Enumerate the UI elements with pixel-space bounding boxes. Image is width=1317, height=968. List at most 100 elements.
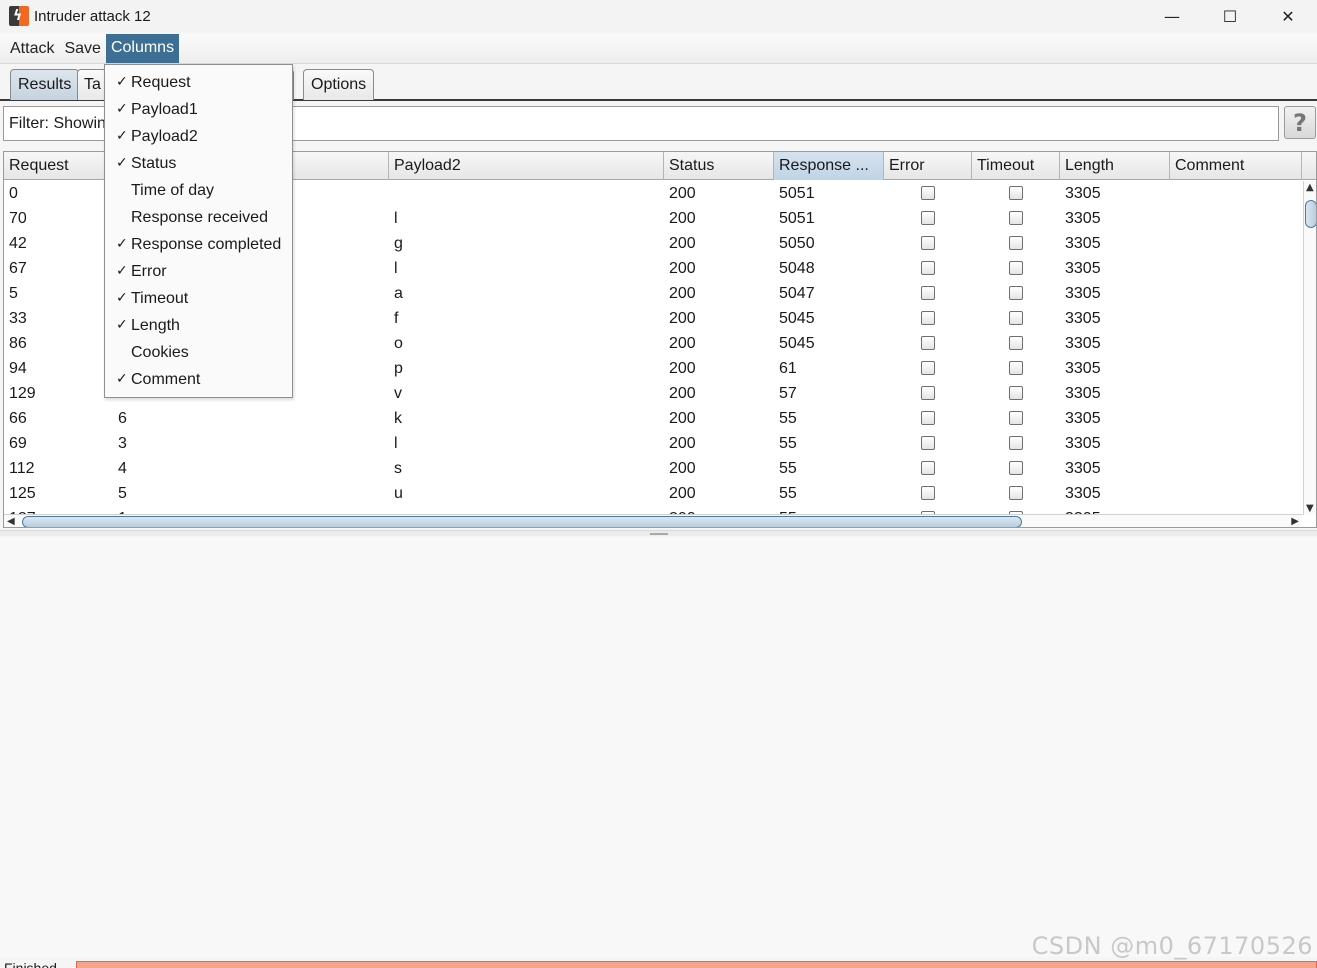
cell-payload2: f	[394, 310, 399, 327]
error-checkbox[interactable]	[921, 361, 935, 375]
cell-response: 5051	[779, 210, 815, 227]
header-col-payload2[interactable]: Payload2	[389, 152, 664, 180]
error-checkbox[interactable]	[921, 386, 935, 400]
cell-comment[interactable]	[1170, 356, 1175, 381]
horizontal-scrollbar[interactable]: ◀ ▶	[4, 514, 1302, 527]
close-button[interactable]: ✕	[1259, 0, 1317, 32]
header-col-response[interactable]: Response ...	[774, 152, 884, 180]
menu-item-label: Cookies	[131, 344, 189, 361]
timeout-checkbox[interactable]	[1009, 186, 1023, 200]
timeout-checkbox[interactable]	[1009, 211, 1023, 225]
pane-splitter[interactable]	[0, 530, 1317, 536]
error-checkbox[interactable]	[921, 461, 935, 475]
menu-bar: Attack Save Columns	[0, 34, 1317, 64]
cell-comment[interactable]	[1170, 306, 1175, 331]
cell-length: 3305	[1065, 460, 1101, 477]
header-col-length[interactable]: Length	[1060, 152, 1170, 180]
checkmark-icon: ✓	[116, 128, 128, 144]
cell-response: 5045	[779, 335, 815, 352]
horizontal-scroll-thumb[interactable]	[22, 516, 1022, 527]
error-checkbox[interactable]	[921, 311, 935, 325]
cell-comment[interactable]	[1170, 331, 1175, 356]
menu-item-time-of-day[interactable]: Time of day	[105, 177, 292, 204]
timeout-checkbox[interactable]	[1009, 386, 1023, 400]
error-checkbox[interactable]	[921, 211, 935, 225]
vertical-scroll-thumb[interactable]	[1305, 200, 1316, 228]
menu-item-timeout[interactable]: ✓ Timeout	[105, 285, 292, 312]
timeout-checkbox[interactable]	[1009, 461, 1023, 475]
scroll-up-icon[interactable]: ▲	[1306, 182, 1314, 193]
error-checkbox[interactable]	[921, 236, 935, 250]
timeout-checkbox[interactable]	[1009, 336, 1023, 350]
menu-item-length[interactable]: ✓ Length	[105, 312, 292, 339]
menu-item-error[interactable]: ✓ Error	[105, 258, 292, 285]
error-checkbox[interactable]	[921, 486, 935, 500]
scroll-left-icon[interactable]: ◀	[7, 515, 15, 527]
menu-columns[interactable]: Columns	[105, 34, 180, 63]
error-checkbox[interactable]	[921, 186, 935, 200]
table-row[interactable]: 69 3 l 200 55 3305	[4, 431, 1302, 456]
vertical-scrollbar[interactable]: ▲ ▼	[1303, 181, 1316, 515]
header-col-timeout[interactable]: Timeout	[972, 152, 1060, 180]
table-row[interactable]: 66 6 k 200 55 3305	[4, 406, 1302, 431]
cell-comment[interactable]	[1170, 381, 1175, 406]
timeout-checkbox[interactable]	[1009, 261, 1023, 275]
checkmark-icon: ✓	[116, 236, 128, 252]
scroll-down-icon[interactable]: ▼	[1306, 503, 1314, 514]
header-col-error[interactable]: Error	[884, 152, 972, 180]
cell-comment[interactable]	[1170, 231, 1175, 256]
cell-comment[interactable]	[1170, 481, 1175, 506]
cell-length: 3305	[1065, 235, 1101, 252]
help-button[interactable]: ?	[1284, 106, 1316, 139]
menu-item-cookies[interactable]: Cookies	[105, 339, 292, 366]
minimize-button[interactable]: —	[1143, 0, 1201, 32]
menu-item-label: Payload1	[131, 101, 198, 118]
cell-comment[interactable]	[1170, 431, 1175, 456]
cell-comment[interactable]	[1170, 456, 1175, 481]
timeout-checkbox[interactable]	[1009, 486, 1023, 500]
cell-comment[interactable]	[1170, 181, 1175, 206]
timeout-checkbox[interactable]	[1009, 411, 1023, 425]
splitter-grip-icon[interactable]	[650, 533, 668, 535]
menu-item-comment[interactable]: ✓ Comment	[105, 366, 292, 393]
cell-request: 42	[9, 235, 27, 252]
cell-comment[interactable]	[1170, 406, 1175, 431]
menu-item-payload1[interactable]: ✓ Payload1	[105, 96, 292, 123]
tab-options[interactable]: Options	[303, 69, 375, 100]
header-col-comment[interactable]: Comment	[1170, 152, 1302, 180]
error-checkbox[interactable]	[921, 411, 935, 425]
table-row[interactable]: 125 5 u 200 55 3305	[4, 481, 1302, 506]
header-col-request[interactable]: Request	[4, 152, 113, 180]
menu-attack[interactable]: Attack	[5, 35, 59, 63]
tab-results[interactable]: Results	[10, 69, 80, 100]
maximize-button[interactable]: ☐	[1201, 0, 1259, 32]
error-checkbox[interactable]	[921, 261, 935, 275]
menu-item-request[interactable]: ✓ Request	[105, 69, 292, 96]
scroll-right-icon[interactable]: ▶	[1291, 515, 1299, 527]
cell-length: 3305	[1065, 335, 1101, 352]
menu-item-status[interactable]: ✓ Status	[105, 150, 292, 177]
menu-item-response-received[interactable]: Response received	[105, 204, 292, 231]
table-row[interactable]: 112 4 s 200 55 3305	[4, 456, 1302, 481]
tab-target[interactable]: Ta	[77, 69, 107, 100]
error-checkbox[interactable]	[921, 436, 935, 450]
cell-comment[interactable]	[1170, 281, 1175, 306]
timeout-checkbox[interactable]	[1009, 236, 1023, 250]
timeout-checkbox[interactable]	[1009, 286, 1023, 300]
header-col-status[interactable]: Status	[664, 152, 774, 180]
error-checkbox[interactable]	[921, 286, 935, 300]
progress-bar	[76, 961, 1317, 968]
error-checkbox[interactable]	[921, 336, 935, 350]
cell-comment[interactable]	[1170, 206, 1175, 231]
timeout-checkbox[interactable]	[1009, 436, 1023, 450]
menu-item-label: Error	[131, 263, 167, 280]
menu-item-response-completed[interactable]: ✓ Response completed	[105, 231, 292, 258]
timeout-checkbox[interactable]	[1009, 311, 1023, 325]
menu-item-payload2[interactable]: ✓ Payload2	[105, 123, 292, 150]
menu-save[interactable]: Save	[59, 35, 105, 63]
timeout-checkbox[interactable]	[1009, 361, 1023, 375]
cell-response: 57	[779, 385, 797, 402]
cell-comment[interactable]	[1170, 256, 1175, 281]
cell-payload1: 4	[118, 460, 127, 477]
cell-length: 3305	[1065, 385, 1101, 402]
